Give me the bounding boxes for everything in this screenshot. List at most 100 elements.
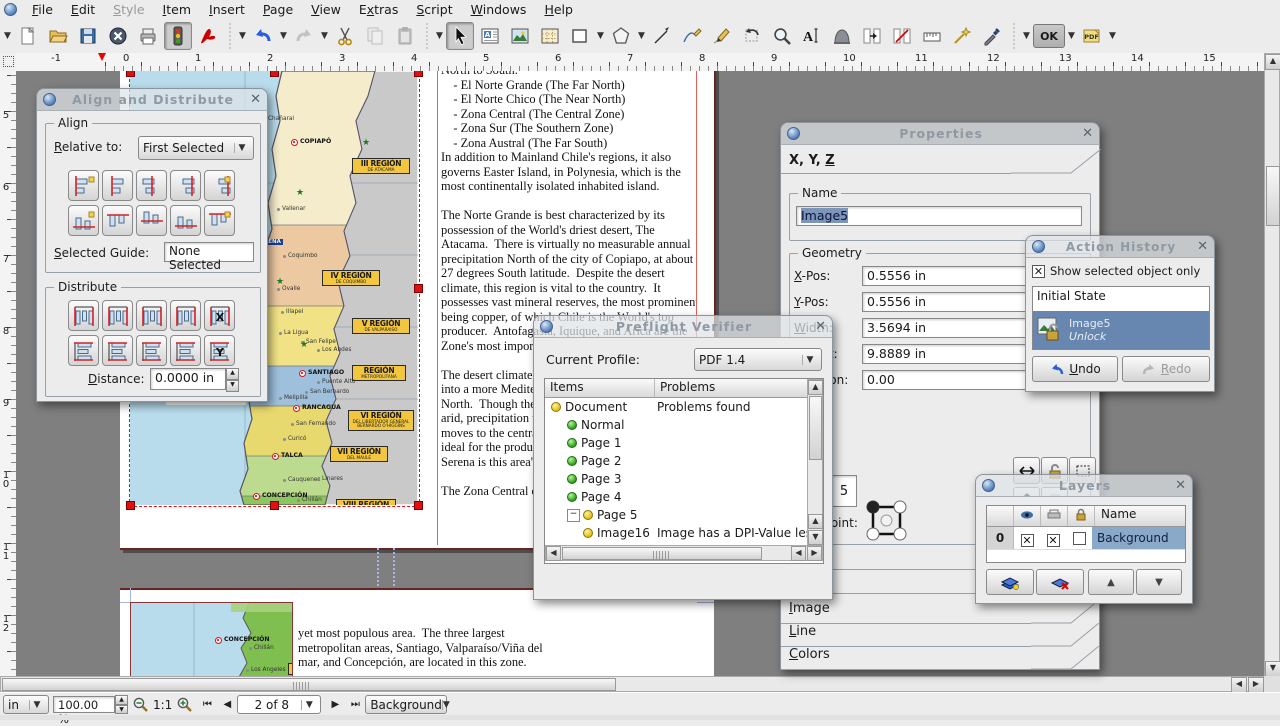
horizontal-scroll-thumb[interactable]	[2, 678, 616, 691]
spin-down-icon[interactable]: ▼	[226, 380, 239, 392]
layer-select[interactable]: Background▼	[365, 695, 447, 714]
resize-handle-bottom-left[interactable]	[126, 501, 135, 510]
preflight-titlebar[interactable]: Preflight Verifier ✕	[533, 315, 833, 338]
unit-select[interactable]: in▼	[3, 695, 49, 714]
preflight-row[interactable]: Page 3	[545, 470, 805, 488]
select-item-button[interactable]	[446, 22, 474, 50]
zoom-spin-down-icon[interactable]: ▼	[115, 705, 128, 715]
zoom-spin-up-icon[interactable]: ▲	[115, 695, 128, 705]
align-right-button[interactable]	[170, 170, 201, 201]
layers-titlebar[interactable]: Layers ✕	[975, 474, 1193, 497]
preflight-verifier-button[interactable]	[164, 22, 192, 50]
resize-handle-top-right[interactable]	[414, 71, 423, 77]
measurements-button[interactable]	[918, 22, 946, 50]
align-top-button[interactable]	[102, 205, 133, 236]
horizontal-scrollbar[interactable]: ◀ ▶	[0, 676, 1264, 692]
raise-layer-button[interactable]: ▲	[1088, 569, 1134, 595]
unlink-text-frames-button[interactable]	[888, 22, 916, 50]
resize-handle-top-left[interactable]	[126, 71, 135, 77]
ruler-origin[interactable]	[0, 53, 17, 72]
insert-bezier-button[interactable]	[678, 22, 706, 50]
pdf-tools-overflow-icon[interactable]: ▼	[1021, 23, 1032, 49]
scroll-down-icon[interactable]: ▼	[808, 530, 823, 545]
dist-bottom-button[interactable]	[170, 335, 201, 366]
export-pdf-button[interactable]	[194, 22, 222, 50]
new-document-button[interactable]	[14, 22, 42, 50]
undo-button[interactable]: Undo	[1032, 356, 1118, 382]
tab-xyz[interactable]: X, Y, Z	[789, 153, 835, 168]
zoom-spinbox[interactable]: 100.00 % ▲▼	[53, 695, 128, 714]
toolbar-overflow-icon[interactable]: ▼	[2, 23, 13, 49]
close-icon[interactable]: ✕	[1197, 240, 1208, 253]
column-problems[interactable]: Problems	[655, 379, 807, 398]
zoom-tool-button[interactable]	[768, 22, 796, 50]
align-top-out-button[interactable]	[204, 205, 235, 236]
dist-center-v-button[interactable]	[102, 335, 133, 366]
page-select[interactable]: 2 of 8▼	[237, 695, 321, 714]
zoom-out-button[interactable]	[132, 696, 149, 713]
first-page-button[interactable]: ⏮	[197, 696, 217, 714]
insert-image-frame-button[interactable]	[506, 22, 534, 50]
insert-line-button[interactable]	[648, 22, 676, 50]
scroll-left-icon[interactable]: ◀	[1231, 677, 1247, 693]
pdf-push-button[interactable]: OK	[1033, 24, 1065, 48]
menu-style[interactable]: Style	[104, 1, 153, 18]
scroll-up-icon[interactable]: ▲	[808, 380, 823, 395]
copy-button[interactable]	[361, 22, 389, 50]
dist-right-button[interactable]	[170, 300, 201, 331]
scroll-up-icon[interactable]: ▲	[1265, 54, 1280, 70]
open-document-button[interactable]	[44, 22, 72, 50]
dist-gap-v-button[interactable]	[136, 335, 167, 366]
eyedropper-button[interactable]	[978, 22, 1006, 50]
print-document-button[interactable]	[134, 22, 162, 50]
scroll-up2-icon[interactable]: ▲	[808, 514, 823, 529]
pdf-button-dropdown-icon[interactable]: ▼	[1066, 23, 1077, 49]
insert-text-frame-button[interactable]: A	[476, 22, 504, 50]
vertical-ruler[interactable]: 56789101112	[0, 71, 17, 676]
scroll-right-icon[interactable]: ▶	[807, 546, 822, 561]
align-titlebar[interactable]: Align and Distribute ✕	[36, 88, 268, 111]
edit-story-button[interactable]	[828, 22, 856, 50]
problems-list[interactable]: Items Problems DocumentProblems foundNor…	[544, 378, 824, 564]
save-document-button[interactable]	[74, 22, 102, 50]
tools-overflow-icon[interactable]: ▼	[434, 23, 445, 49]
close-document-button[interactable]	[104, 22, 132, 50]
layer-row[interactable]: 0✕✕Background	[987, 527, 1185, 550]
align-right-out-button[interactable]	[204, 170, 235, 201]
menu-file[interactable]: File	[23, 1, 62, 18]
history-list[interactable]: Initial StateImage5Unlock	[1032, 286, 1210, 350]
scroll-left2-icon[interactable]: ◀	[791, 546, 806, 561]
profile-select[interactable]: PDF 1.4▼	[694, 348, 822, 371]
undo-button[interactable]	[249, 22, 277, 50]
menu-help[interactable]: Help	[535, 1, 582, 18]
layer-name[interactable]: Background	[1092, 527, 1185, 549]
align-center-h-button[interactable]	[136, 170, 167, 201]
align-bottom-out-button[interactable]	[68, 205, 99, 236]
object-name-input[interactable]: Image5	[796, 206, 1082, 226]
resize-handle-bottom-mid[interactable]	[270, 501, 279, 510]
menu-page[interactable]: Page	[254, 1, 302, 18]
layer-visible-checkbox[interactable]: ✕	[1014, 530, 1040, 547]
vertical-scrollbar[interactable]: ▲ ▼	[1264, 53, 1280, 676]
resize-handle-top-mid[interactable]	[270, 71, 279, 77]
delete-layer-button[interactable]	[1036, 569, 1084, 595]
horizontal-ruler[interactable]: -10123456789101112131415	[16, 53, 1264, 72]
text-frame-page2[interactable]: yet most populous area. The three larges…	[292, 602, 697, 676]
insert-table-button[interactable]	[536, 22, 564, 50]
previous-page-button[interactable]: ◀	[217, 696, 237, 714]
dist-left-button[interactable]	[68, 300, 99, 331]
preflight-row[interactable]: Page 1	[545, 434, 805, 452]
show-selected-checkbox[interactable]: ✕ Show selected object only	[1032, 264, 1200, 278]
preflight-row[interactable]: Normal	[545, 416, 805, 434]
edit-contents-button[interactable]: A	[798, 22, 826, 50]
insert-shape-button[interactable]	[566, 22, 594, 50]
basepoint-selector[interactable]	[864, 498, 910, 544]
vertical-scroll-thumb[interactable]	[1266, 166, 1280, 226]
distance-spinbox[interactable]: 0.0000 in ▲▼	[150, 368, 239, 392]
next-page-button[interactable]: ▶	[325, 696, 345, 714]
menu-edit[interactable]: Edit	[62, 1, 104, 18]
edit-overflow-icon[interactable]: ▼	[237, 23, 248, 49]
align-bottom-button[interactable]	[170, 205, 201, 236]
scroll-right-icon[interactable]: ▶	[1248, 677, 1264, 693]
dist-y-button[interactable]: Y	[204, 335, 235, 366]
